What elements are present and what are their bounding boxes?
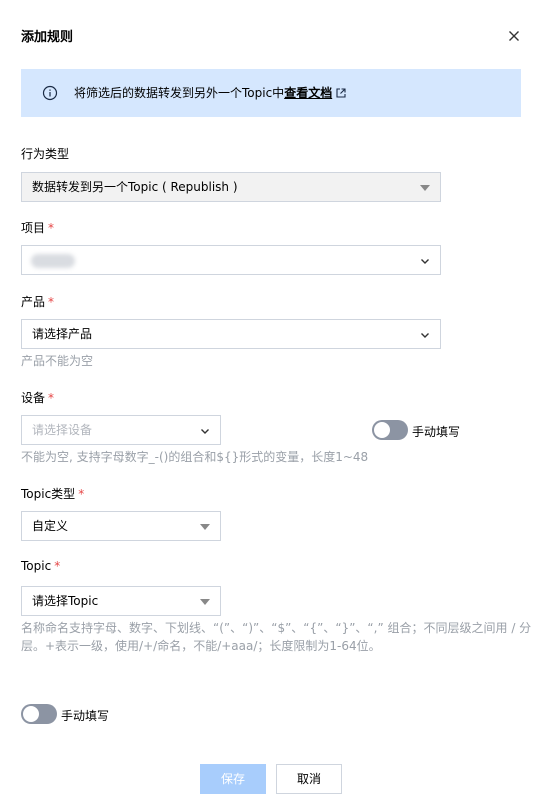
toggle-knob (23, 706, 39, 722)
chevron-down-icon (419, 255, 431, 267)
project-select[interactable] (21, 245, 441, 275)
manual-fill-toggle[interactable] (21, 704, 57, 724)
topic-type-label: Topic类型 * (21, 485, 84, 502)
manual-fill-label: 手动填写 (61, 709, 110, 723)
info-banner: 将筛选后的数据转发到另外一个Topic中查看文档 (21, 69, 521, 117)
save-button[interactable]: 保存 (200, 764, 266, 794)
device-manual-toggle[interactable] (372, 420, 408, 440)
device-placeholder: 请选择设备 (32, 423, 93, 437)
caret-down-icon (200, 599, 210, 605)
device-label: 设备 * (21, 389, 54, 406)
topic-type-select[interactable]: 自定义 (21, 511, 221, 541)
info-message: 将筛选后的数据转发到另外一个Topic中 (74, 86, 285, 100)
project-label-text: 项目 (21, 221, 46, 235)
action-type-select: 数据转发到另一个Topic ( Republish ) (21, 172, 441, 202)
topic-label: Topic * (21, 559, 60, 573)
required-marker: * (48, 391, 55, 405)
project-label: 项目 * (21, 219, 54, 236)
info-text: 将筛选后的数据转发到另外一个Topic中查看文档 (74, 85, 332, 101)
caret-down-icon (420, 185, 430, 191)
cancel-button[interactable]: 取消 (276, 764, 342, 794)
device-select[interactable]: 请选择设备 (21, 415, 221, 445)
required-marker: * (78, 487, 85, 501)
required-marker: * (48, 221, 55, 235)
product-error: 产品不能为空 (21, 354, 94, 368)
dialog-title: 添加规则 (21, 30, 74, 45)
topic-type-value: 自定义 (32, 519, 69, 533)
topic-label-text: Topic (21, 559, 52, 573)
chevron-down-icon (199, 425, 211, 437)
topic-value: 请选择Topic (32, 594, 99, 608)
chevron-down-icon (419, 329, 431, 341)
product-label: 产品 * (21, 293, 54, 310)
view-docs-link[interactable]: 查看文档 (284, 86, 332, 100)
device-manual-label: 手动填写 (412, 425, 461, 439)
required-marker: * (54, 559, 61, 573)
action-type-label: 行为类型 (21, 147, 70, 161)
product-select[interactable]: 请选择产品 (21, 319, 441, 349)
external-link-icon[interactable] (336, 87, 346, 98)
product-label-text: 产品 (21, 295, 46, 309)
topic-type-label-text: Topic类型 (21, 487, 76, 501)
topic-select[interactable]: 请选择Topic (21, 586, 221, 616)
action-type-value: 数据转发到另一个Topic ( Republish ) (32, 180, 238, 194)
project-value-redacted (31, 254, 75, 268)
caret-down-icon (200, 524, 210, 530)
device-label-text: 设备 (21, 391, 46, 405)
topic-hint-line2: 层。+表示一级，使用/+/命名，不能/+aaa/；长度限制为1-64位。 (21, 639, 381, 653)
topic-hint-line1: 名称命名支持字母、数字、下划线、“(”、“)”、“$”、“{”、“}”、“,” … (21, 621, 532, 635)
toggle-knob (374, 422, 390, 438)
close-icon[interactable] (506, 28, 522, 44)
device-hint: 不能为空, 支持字母数字_-()的组合和${}形式的变量，长度1~48 (21, 450, 369, 464)
info-icon (42, 85, 58, 101)
product-value: 请选择产品 (32, 327, 93, 341)
required-marker: * (48, 295, 55, 309)
